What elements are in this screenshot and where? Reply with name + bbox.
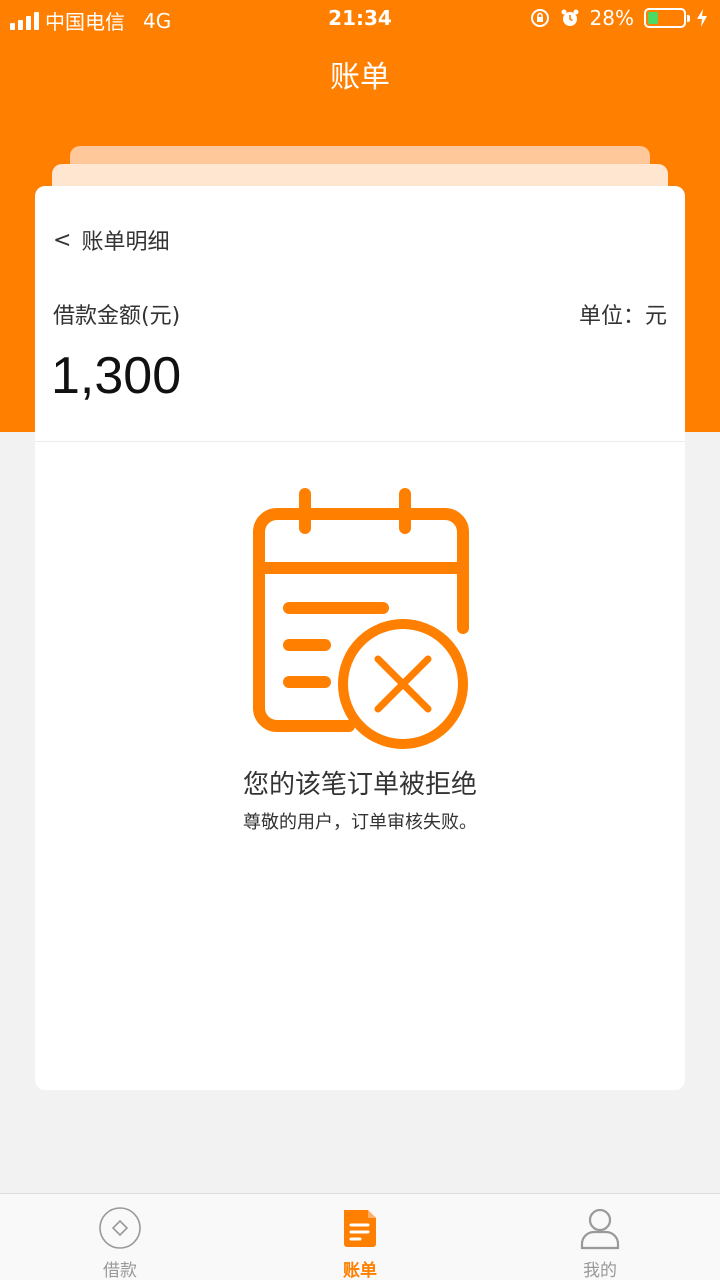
user-icon: [580, 1208, 620, 1250]
tab-loan-label: 借款: [103, 1261, 137, 1280]
page-title: 账单: [330, 60, 390, 95]
bill-detail-card: < 账单明细 借款金额(元) 单位：元 1,300 您的该笔订单被拒绝 尊敬的用…: [35, 186, 685, 1090]
battery-percent: 28%: [589, 6, 634, 30]
rotation-lock-icon: [530, 9, 549, 27]
tab-loan[interactable]: 借款: [0, 1194, 240, 1280]
battery-icon: [644, 8, 690, 28]
back-button[interactable]: < 账单明细: [53, 224, 169, 256]
reject-title: 您的该笔订单被拒绝: [242, 770, 477, 800]
charging-icon: [697, 9, 707, 27]
tab-mine-label: 我的: [583, 1261, 617, 1280]
calendar-reject-icon: [253, 488, 469, 749]
tab-bar: 借款 账单 我的: [0, 1193, 720, 1280]
divider: [35, 441, 685, 442]
document-icon: [344, 1210, 376, 1247]
tab-bill[interactable]: 账单: [240, 1194, 480, 1280]
tab-bill-label: 账单: [343, 1261, 377, 1280]
loan-amount-label: 借款金额(元): [53, 304, 181, 329]
battery-fill: [648, 12, 658, 24]
status-bar: 中国电信 4G 21:34 28%: [0, 0, 720, 38]
back-chevron-icon: <: [53, 227, 72, 253]
loan-amount-value: 1,300: [51, 347, 182, 405]
status-right: 28%: [530, 6, 708, 30]
card-title: 账单明细: [81, 230, 170, 255]
tab-mine[interactable]: 我的: [480, 1194, 720, 1280]
reject-subtitle: 尊敬的用户，订单审核失败。: [243, 812, 477, 833]
unit-label: 单位：元: [578, 304, 667, 329]
diamond-circle-icon: [99, 1207, 141, 1249]
alarm-icon: [561, 9, 579, 26]
